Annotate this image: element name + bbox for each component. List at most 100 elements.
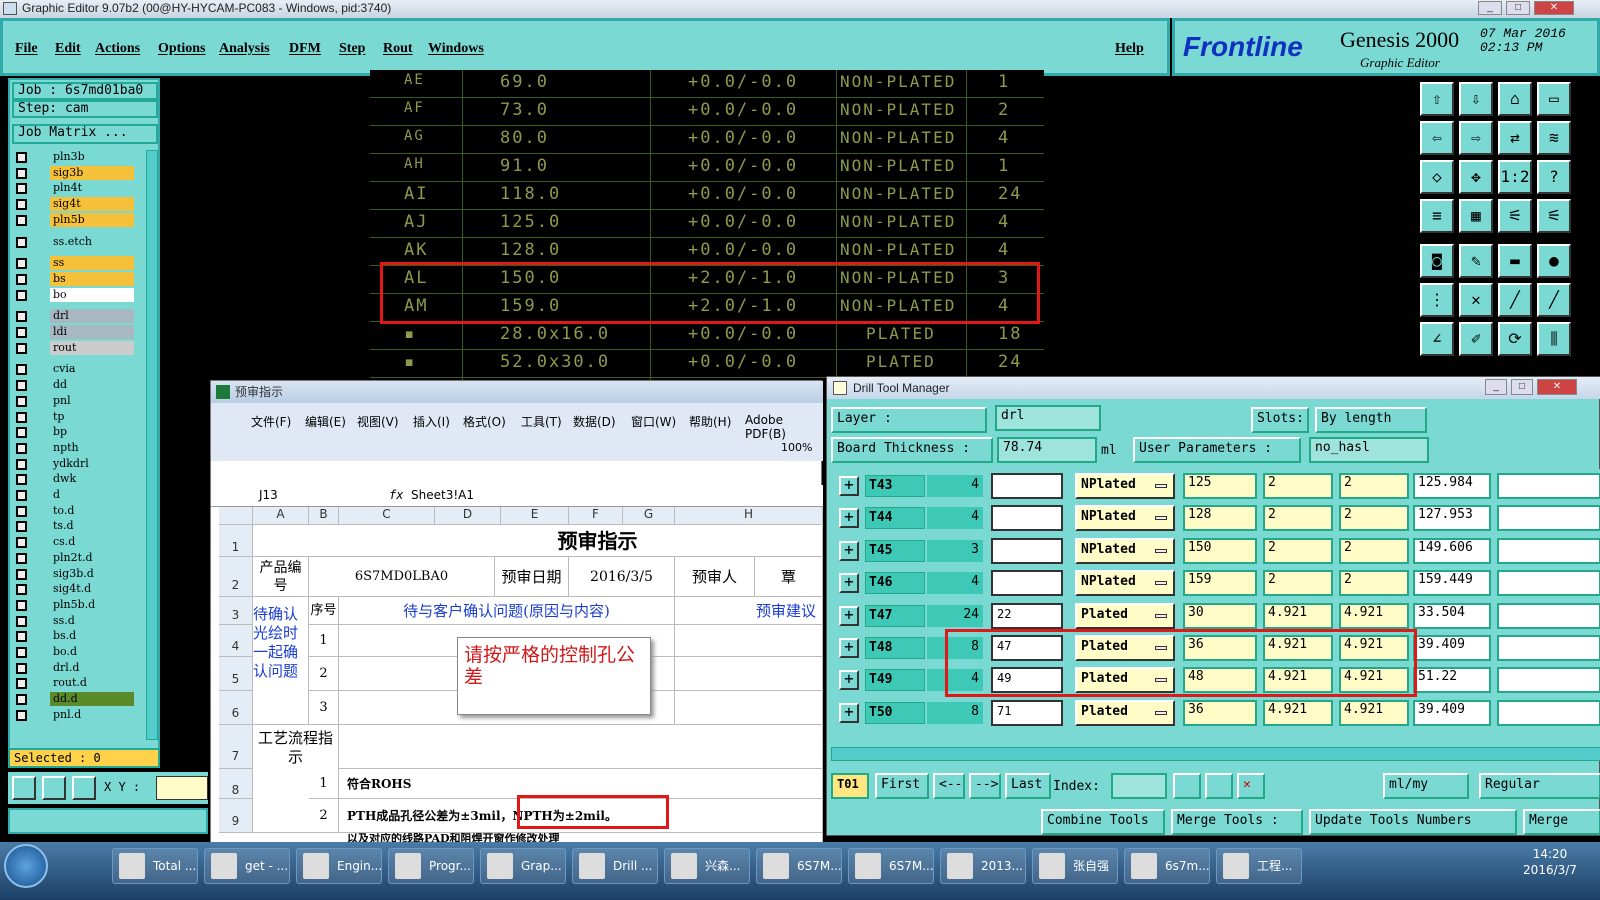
drill-size-field[interactable]: 159.449: [1413, 570, 1491, 597]
layer-row[interactable]: tp: [14, 409, 140, 425]
swap-icon[interactable]: ⇄: [1498, 121, 1532, 155]
layer-scrollbar[interactable]: [146, 150, 158, 740]
expand-icon[interactable]: +: [839, 508, 859, 529]
col-header[interactable]: C: [339, 507, 435, 525]
layer-name[interactable]: sig3b: [50, 165, 134, 180]
layer-checkbox[interactable]: [16, 568, 27, 580]
layer-row[interactable]: dd: [14, 378, 140, 393]
layer-checkbox[interactable]: [16, 584, 27, 596]
layer-checkbox[interactable]: [16, 694, 27, 706]
pen-icon[interactable]: ✐: [1459, 322, 1493, 356]
layer-name[interactable]: ss.etch: [50, 234, 134, 249]
formula-value[interactable]: Sheet3!A1: [411, 488, 474, 502]
excel-menu-pdf[interactable]: Adobe PDF(B): [745, 413, 823, 441]
row-header[interactable]: 9: [219, 799, 253, 833]
next-button[interactable]: -->: [969, 773, 1001, 799]
col-header[interactable]: F: [569, 507, 623, 525]
layer-row[interactable]: cs.d: [14, 535, 140, 550]
layer-checkbox[interactable]: [16, 364, 27, 376]
update-tools-numbers-button[interactable]: Update Tools Numbers: [1309, 809, 1517, 835]
layer-name[interactable]: d: [50, 488, 134, 502]
layer-row[interactable]: pnl.d: [14, 707, 140, 723]
tool-finish-field[interactable]: [991, 537, 1063, 564]
col-header[interactable]: D: [435, 507, 501, 525]
units-dropdown[interactable]: ml/my: [1383, 773, 1469, 799]
col-header[interactable]: E: [501, 507, 569, 525]
layer-checkbox[interactable]: [16, 599, 27, 611]
process-cell[interactable]: [339, 725, 823, 769]
layer-checkbox[interactable]: [16, 411, 27, 423]
layers-icon[interactable]: ≡: [1420, 199, 1454, 233]
cross-icon[interactable]: ✕: [1459, 283, 1493, 317]
layer-checkbox[interactable]: [16, 631, 27, 643]
layer-row[interactable]: dd.d: [14, 692, 140, 707]
layer-checkbox[interactable]: [16, 183, 27, 195]
layer-row[interactable]: rout.d: [14, 676, 140, 691]
tool-finish-field[interactable]: [991, 473, 1063, 499]
pan-icon[interactable]: ✥: [1459, 160, 1493, 194]
taskbar-item[interactable]: get - ...: [204, 848, 290, 884]
layer-row[interactable]: pln4t: [14, 181, 140, 196]
taskbar-item[interactable]: Drill ...: [572, 848, 658, 884]
extra-field[interactable]: [1497, 570, 1600, 597]
menu-step[interactable]: Step: [339, 41, 365, 57]
menu-options[interactable]: Options: [158, 41, 205, 57]
layer-row[interactable]: d: [14, 488, 140, 503]
layer-checkbox[interactable]: [16, 537, 27, 549]
excel-menu-tools[interactable]: 工具(T): [521, 413, 562, 430]
layer-name[interactable]: bo: [50, 287, 134, 302]
tool-row[interactable]: + T43 4 NPlated 125 2 2 125.984: [831, 469, 1600, 501]
menu-edit[interactable]: Edit: [55, 41, 81, 57]
row-header[interactable]: 2: [219, 557, 253, 597]
tool-finish-field[interactable]: 22: [991, 602, 1063, 629]
layer-name[interactable]: npth: [50, 440, 134, 455]
tol-minus-field[interactable]: 4.921: [1339, 699, 1409, 726]
tool-type-dropdown[interactable]: NPlated: [1075, 537, 1175, 564]
menu-analysis[interactable]: Analysis: [219, 41, 270, 57]
layer-checkbox[interactable]: [16, 678, 27, 690]
zoom-level[interactable]: 100%: [781, 441, 812, 454]
col-header[interactable]: G: [623, 507, 675, 525]
layer-row[interactable]: dwk: [14, 472, 140, 487]
layer-row[interactable]: pnl: [14, 393, 140, 409]
drill-size-field[interactable]: 39.409: [1413, 635, 1491, 661]
layer-row[interactable]: cvia: [14, 362, 140, 377]
layer-row[interactable]: sig3b: [14, 165, 140, 181]
date-label[interactable]: 预审日期: [495, 557, 569, 597]
tool-type-dropdown[interactable]: NPlated: [1075, 570, 1175, 597]
tol-plus-field[interactable]: 4.921: [1263, 699, 1333, 726]
layer-name[interactable]: ts.d: [50, 519, 134, 534]
layer-name[interactable]: pln2t.d: [50, 550, 134, 565]
layer-checkbox[interactable]: [16, 505, 27, 517]
tool-finish-field[interactable]: [991, 505, 1063, 532]
layer-checkbox[interactable]: [16, 311, 27, 323]
sheet-title[interactable]: 预审指示: [253, 525, 823, 557]
close-button[interactable]: ✕: [1534, 1, 1574, 15]
taskbar-item[interactable]: 6S7M...: [756, 848, 842, 884]
layer-name[interactable]: tp: [50, 409, 134, 424]
prev-button[interactable]: <--: [933, 773, 965, 799]
layer-row[interactable]: ss.etch: [14, 234, 140, 250]
tool-size-field[interactable]: 125: [1183, 473, 1257, 499]
menu-file[interactable]: File: [15, 41, 38, 57]
layer-checkbox[interactable]: [16, 289, 27, 301]
suggest-cell[interactable]: [675, 657, 823, 691]
layer-row[interactable]: ldi: [14, 325, 140, 340]
row-header[interactable]: 5: [219, 657, 253, 691]
dtm-minimize[interactable]: _: [1485, 379, 1507, 395]
layer-name[interactable]: dwk: [50, 472, 134, 487]
layer-row[interactable]: ydkdrl: [14, 456, 140, 472]
layer-row[interactable]: bs.d: [14, 629, 140, 644]
right-arrow-icon[interactable]: ⇨: [1459, 121, 1493, 155]
grid-icon[interactable]: ▦: [1459, 199, 1493, 233]
excel-menu-help[interactable]: 帮助(H): [689, 413, 731, 430]
ruler-icon[interactable]: ▬: [1498, 244, 1532, 278]
slots-dropdown[interactable]: By length: [1315, 407, 1427, 433]
layer-checkbox[interactable]: [16, 380, 27, 392]
layer-name[interactable]: ss.d: [50, 613, 134, 628]
tol-minus-field[interactable]: 2: [1339, 505, 1409, 532]
suggest-header[interactable]: 预审建议: [675, 597, 823, 625]
zigzag-icon[interactable]: ≋: [1537, 121, 1571, 155]
left-arrow-icon[interactable]: ⇦: [1420, 121, 1454, 155]
layer-row[interactable]: bs: [14, 271, 140, 287]
